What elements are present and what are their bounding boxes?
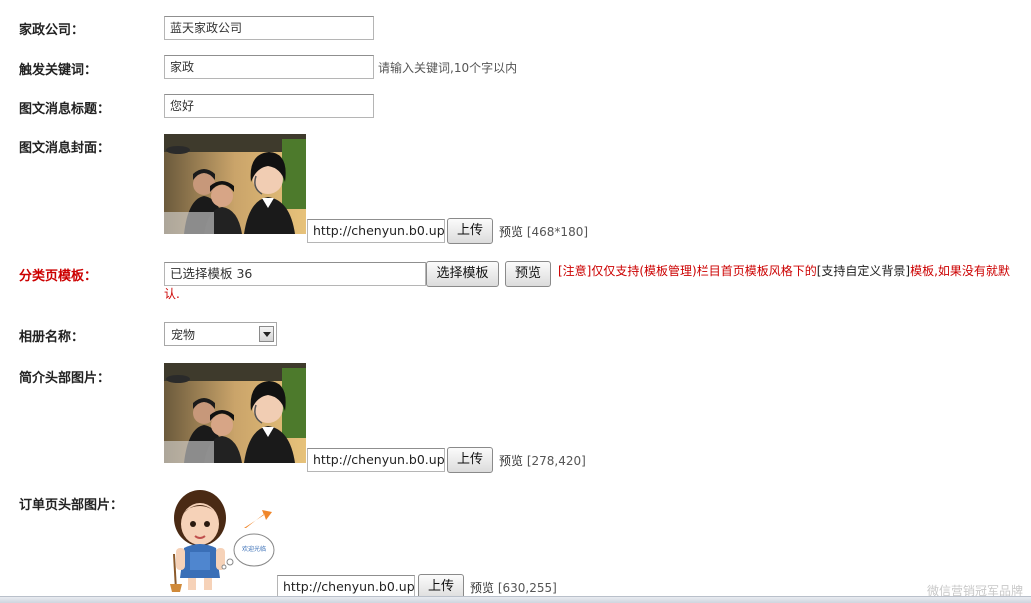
news-cover-preview: 预览 [468*180] xyxy=(499,223,588,240)
album-select[interactable]: 宠物 xyxy=(164,322,277,346)
album-selected-value: 宠物 xyxy=(171,328,196,342)
intro-header-preview: 预览 [278,420] xyxy=(499,452,586,469)
intro-header-upload-button[interactable]: 上传 xyxy=(447,447,493,473)
keyword-input[interactable]: 家政 xyxy=(164,55,374,79)
keyword-label: 触发关键词： xyxy=(19,63,98,78)
intro-header-url-input[interactable]: http://chenyun.b0.upaiyun.com xyxy=(307,448,445,472)
album-label: 相册名称： xyxy=(19,330,85,345)
order-header-preview: 预览 [630,255] xyxy=(470,579,557,596)
news-cover-label: 图文消息封面： xyxy=(19,141,111,156)
order-header-thumbnail: 欢迎光临 xyxy=(164,488,276,592)
category-template-label: 分类页模板： xyxy=(19,269,98,284)
news-cover-dims: [468*180] xyxy=(526,225,589,239)
template-notice: [注意]仅仅支持(模板管理)栏目首页模板风格下的[支持自定义背景]模板,如果没有… xyxy=(164,260,1014,306)
chevron-down-icon[interactable] xyxy=(259,326,274,342)
news-cover-preview-link[interactable]: 预览 xyxy=(499,225,523,239)
news-title-input[interactable]: 您好 xyxy=(164,94,374,118)
order-header-label: 订单页头部图片： xyxy=(19,498,124,513)
news-title-label: 图文消息标题： xyxy=(19,102,111,117)
intro-header-thumbnail xyxy=(164,363,306,463)
order-header-dims: [630,255] xyxy=(497,581,557,595)
news-cover-thumbnail xyxy=(164,134,306,234)
keyword-hint: 请输入关键词,10个字以内 xyxy=(378,61,518,75)
intro-header-preview-link[interactable]: 预览 xyxy=(499,454,523,468)
company-input[interactable]: 蓝天家政公司 xyxy=(164,16,374,40)
news-cover-url-input[interactable]: http://chenyun.b0.upaiyun.com xyxy=(307,219,445,243)
news-cover-upload-button[interactable]: 上传 xyxy=(447,218,493,244)
cartoon-bubble-text: 欢迎光临 xyxy=(242,545,266,553)
template-notice-part2: [支持自定义背景] xyxy=(816,264,911,278)
intro-header-dims: [278,420] xyxy=(526,454,586,468)
template-notice-part1: [注意]仅仅支持(模板管理)栏目首页模板风格下的 xyxy=(558,264,817,278)
intro-header-label: 简介头部图片： xyxy=(19,371,111,386)
company-label: 家政公司： xyxy=(19,23,85,38)
browser-status-bar xyxy=(0,596,1031,603)
order-header-preview-link[interactable]: 预览 xyxy=(470,581,494,595)
